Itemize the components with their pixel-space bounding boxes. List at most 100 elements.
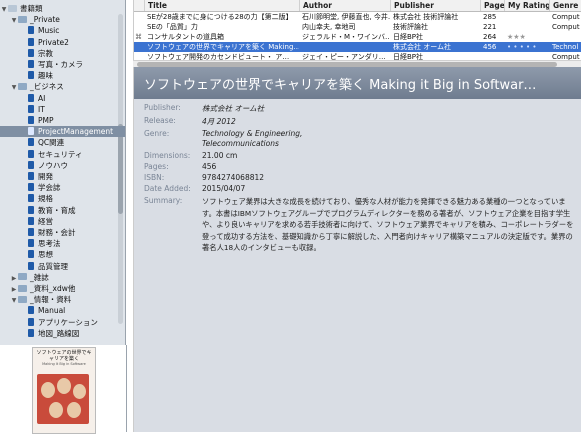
sidebar-item[interactable]: IT [0,104,45,115]
table-row[interactable]: SEが28歳までに身につける28の力【第二版】 石川節明堂, 伊藤直也, 今井… 株… [134,12,581,22]
column-title[interactable]: Title [144,0,299,11]
book-collection-icon [28,116,34,124]
sidebar-item-label: 趣味 [38,71,53,81]
cell-author: 内山幸夫, 幸地司 [302,23,356,31]
sidebar-item[interactable]: Music [0,25,59,36]
cover-title: ソフトウェアの世界でキャリアを築く [36,350,92,362]
sidebar-item[interactable]: アプリケーション [0,317,98,328]
sidebar-item[interactable]: セキュリティ [0,149,83,160]
sidebar-item[interactable]: ▼ _Private [0,14,60,25]
cell-genre: Technol [552,43,579,51]
sidebar-scrollbar[interactable] [118,14,123,324]
pages-label: Pages: [144,162,169,171]
sidebar-item[interactable]: ▶ _雑誌 [0,272,49,283]
sidebar-item[interactable]: Private2 [0,37,69,48]
cover-subtitle: Making It Big in Software [42,362,86,366]
folder-icon [18,82,27,90]
book-collection-icon [28,127,34,136]
folder-icon [8,4,17,12]
cell-title: ソフトウェアの世界でキャリアを築く Making… [147,43,299,51]
sidebar-item-label: 地図_路線図 [38,328,80,338]
book-collection-icon [28,261,34,270]
sidebar-item-label: 書籍類 [20,4,43,13]
cell-genre [549,32,581,42]
table-row[interactable]: ソフトウェアの世界でキャリアを築く Making… 株式会社 オーム社 456 • •… [134,42,581,52]
sidebar-item[interactable]: 開発 [0,171,53,182]
library-sidebar: ▼ 書籍類 ▼ _Private Music Private2 宗教 写真・カメラ 趣味 ▼ _ビジ… [0,0,126,345]
cell-title: コンサルタントの道具箱 [147,33,224,41]
sidebar-item[interactable]: 学会誌 [0,182,61,193]
column-author[interactable]: Author [299,0,390,11]
genre-label: Genre: [144,129,170,138]
sidebar-item[interactable]: 規格 [0,193,53,204]
cell-genre: Comput [552,23,580,31]
column-publisher[interactable]: Publisher [390,0,480,11]
sidebar-item[interactable]: 教育・育成 [0,205,76,216]
sidebar-item[interactable]: ▼ _情報・資料 [0,294,72,305]
pages-value: 456 [202,162,217,171]
cover-photo [37,374,89,424]
folder-icon [18,15,27,23]
book-collection-icon [28,160,34,169]
sidebar-item[interactable]: ノウハウ [0,160,68,171]
book-collection-icon [28,138,34,147]
sidebar-item[interactable]: 財務・会計 [0,227,76,238]
release-value: 4月 2012 [202,117,236,126]
dimensions-label: Dimensions: [144,151,191,160]
cell-pages: 221 [483,23,497,31]
sidebar-item-label: PMP [38,116,54,125]
column-rating[interactable]: My Rating [504,0,549,11]
summary-label: Summary: [144,196,183,205]
sidebar-item[interactable]: ▼ 書籍類 [0,3,43,14]
sidebar-item-label: 学会誌 [38,183,61,193]
table-row[interactable]: コンサルタントの道具箱 ジェラルド・M・ワインバ… 日経BP社 264 ★★★ ⌘ [134,32,581,42]
sidebar-item[interactable]: 宗教 [0,48,53,59]
sidebar-item[interactable]: 経営 [0,216,53,227]
cell-author [299,42,390,52]
cell-genre: Comput [552,13,580,21]
book-collection-icon [28,205,34,214]
sidebar-item[interactable]: PMP [0,115,54,126]
cell-genre: Comput [552,53,580,60]
sidebar-item-label: _Private [30,15,60,25]
sidebar-item[interactable]: 品質管理 [0,261,68,272]
sidebar-item-label: Private2 [38,37,69,47]
dimensions-value: 21.00 cm [202,151,238,160]
folder-icon [18,284,27,292]
book-collection-icon [28,48,34,57]
cell-publisher: 技術評論社 [393,23,428,31]
sidebar-item[interactable]: 趣味 [0,70,53,81]
sidebar-item[interactable]: ▶ _資料_xdw他 [0,283,76,294]
sidebar-item[interactable]: 地図_路線図 [0,328,79,339]
sidebar-item[interactable]: AI [0,93,45,104]
sidebar-item-label: ノウハウ [38,160,68,170]
cell-publisher: 日経BP社 [393,53,424,60]
sidebar-item-label: 財務・会計 [38,228,76,237]
sidebar-item-label: 思考法 [38,239,61,249]
column-pages[interactable]: Pages [480,0,504,11]
release-label: Release: [144,116,176,125]
sidebar-item[interactable]: ProjectManagement [0,126,125,138]
sidebar-item-label: 思想 [38,250,53,260]
sidebar-item[interactable]: QC関連 [0,137,64,148]
book-cover[interactable]: ソフトウェアの世界でキャリアを築く Making It Big in Softw… [32,347,96,434]
sidebar-scroll-thumb[interactable] [118,124,123,214]
sidebar-item[interactable]: Manual [0,305,65,316]
sidebar-item[interactable]: 思考法 [0,238,61,249]
table-row[interactable]: SEの「品質」力 内山幸夫, 幸地司 技術評論社 221 Comput [134,22,581,32]
summary-text: ソフトウェア業界は大きな成長を続けており、優秀な人材が能力を発揮できる魅力ある業… [202,197,574,252]
book-collection-icon [28,194,34,203]
sidebar-item-label: AI [38,93,46,103]
cell-rating [504,12,549,22]
sidebar-item[interactable]: ▼ _ビジネス [0,81,64,92]
table-row[interactable]: ソフトウェア開発のカセンドビュート・ ア… ジェイ・ピー・アンダリ… 日経BP社 Co… [134,52,581,60]
attachment-icon: ⌘ [135,33,142,41]
cell-author: ジェラルド・M・ワインバ… [302,33,390,41]
book-table: Title Author Publisher Pages My Rating G… [133,0,581,60]
column-genre[interactable]: Genre [549,0,581,11]
cover-pane: ソフトウェアの世界でキャリアを築く Making It Big in Softw… [0,345,127,434]
sidebar-item[interactable]: 思想 [0,249,53,260]
detail-header: ソフトウェアの世界でキャリアを築く Making it Big in Softw… [134,67,581,99]
sidebar-item[interactable]: 写真・カメラ [0,59,83,70]
sidebar-item-label: アプリケーション [38,317,98,327]
